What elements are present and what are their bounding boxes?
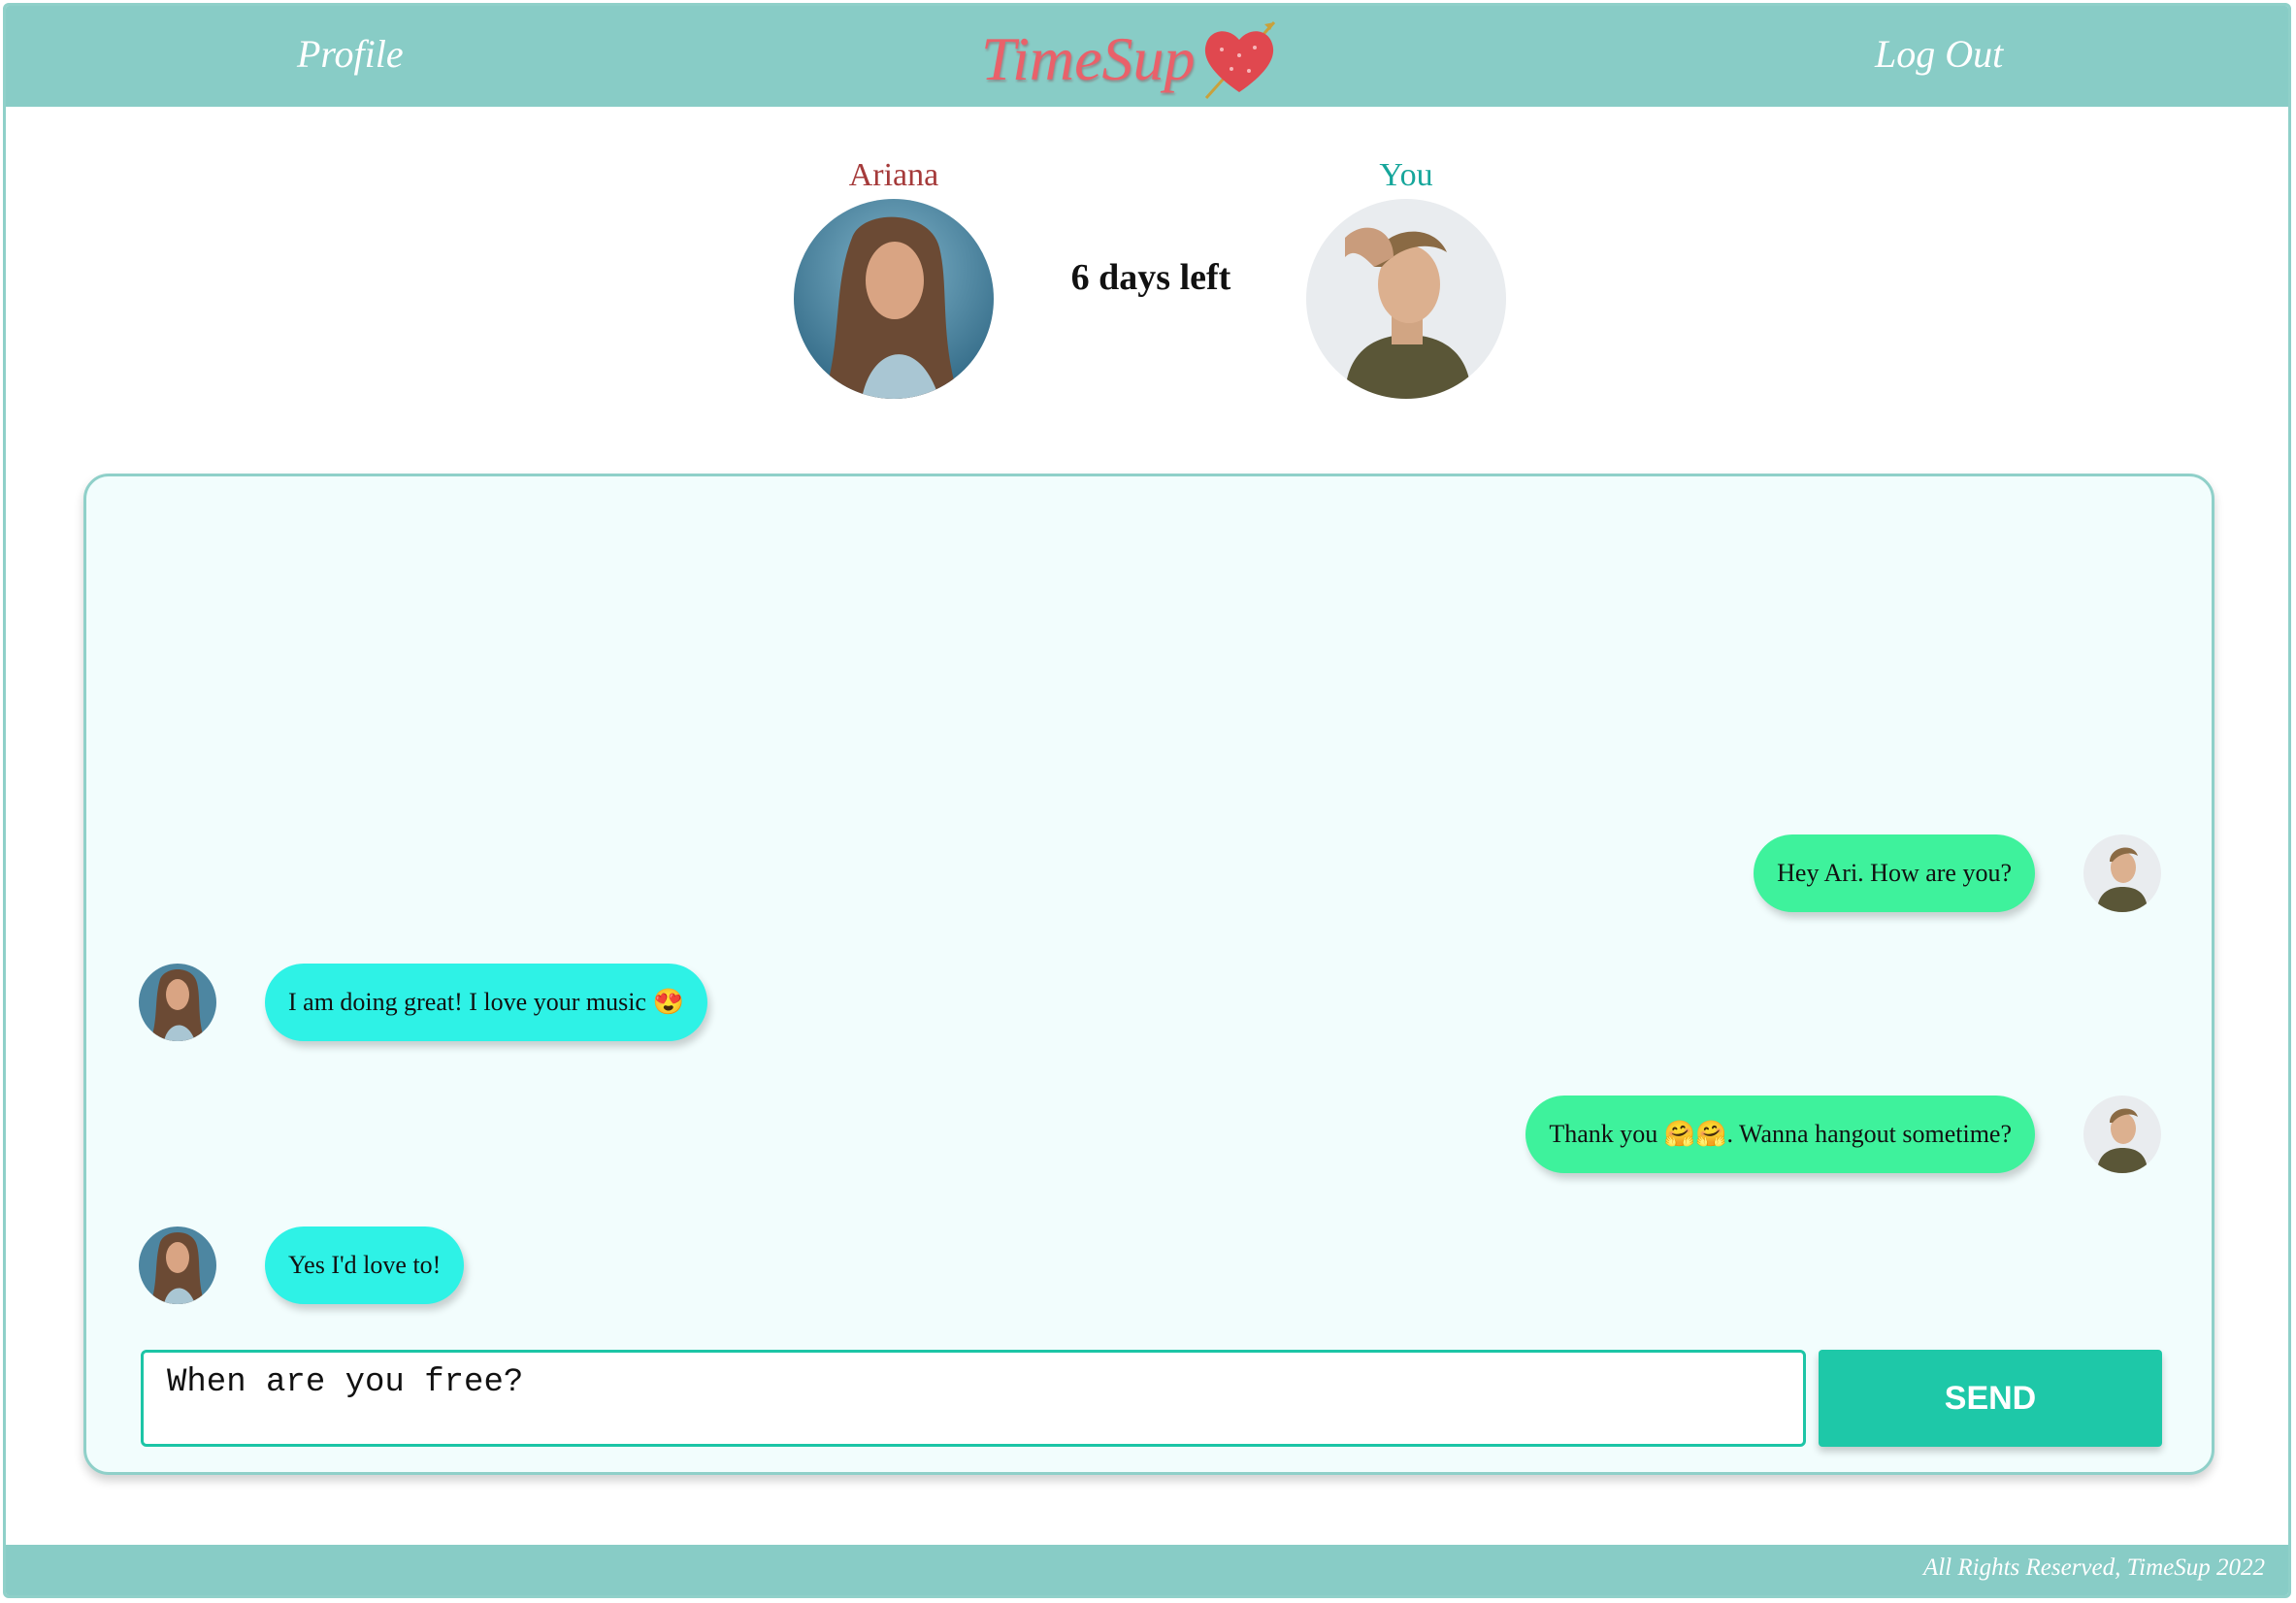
match-avatar-small	[139, 964, 216, 1041]
profile-link[interactable]: Profile	[297, 31, 404, 77]
sent-message-bubble: Thank you 🤗🤗. Wanna hangout sometime?	[1525, 1096, 2035, 1173]
match-name: Ariana	[848, 157, 939, 193]
received-message-bubble: Yes I'd love to!	[265, 1227, 465, 1304]
timesup-logo[interactable]: TimeSup	[981, 16, 1278, 103]
copyright-text: All Rights Reserved, TimeSup 2022	[1922, 1554, 2265, 1581]
chat-panel: Hey Ari. How are you? I am doing great! …	[83, 474, 2214, 1475]
sender-avatar	[2083, 834, 2161, 912]
message-row: Hey Ari. How are you?	[1754, 833, 2161, 914]
received-message-bubble: I am doing great! I love your music 😍	[265, 964, 707, 1041]
app-window: Profile TimeSup Log Out Ariana 6 days le…	[3, 3, 2291, 1598]
message-input[interactable]: When are you free?	[141, 1350, 1806, 1447]
message-composer: When are you free? SEND	[141, 1350, 2163, 1447]
own-profile: You	[1304, 156, 1508, 399]
match-avatar-small	[139, 1227, 216, 1304]
heart-arrow-icon	[1205, 20, 1276, 100]
sender-avatar	[2083, 1096, 2161, 1173]
logout-link[interactable]: Log Out	[1875, 31, 2003, 77]
message-row: Yes I'd love to!	[139, 1225, 465, 1306]
own-avatar[interactable]	[1306, 199, 1506, 399]
match-profile: Ariana	[792, 156, 996, 399]
footer: All Rights Reserved, TimeSup 2022	[6, 1545, 2288, 1595]
sent-message-bubble: Hey Ari. How are you?	[1754, 834, 2035, 912]
send-button[interactable]: SEND	[1819, 1350, 2162, 1447]
message-row: I am doing great! I love your music 😍	[139, 962, 707, 1043]
top-navbar: Profile TimeSup Log Out	[6, 6, 2288, 107]
logo-text: TimeSup	[981, 24, 1196, 93]
own-name: You	[1379, 157, 1433, 193]
match-avatar[interactable]	[794, 199, 994, 399]
message-row: Thank you 🤗🤗. Wanna hangout sometime?	[1525, 1094, 2161, 1175]
days-left-counter: 6 days left	[1070, 257, 1231, 298]
